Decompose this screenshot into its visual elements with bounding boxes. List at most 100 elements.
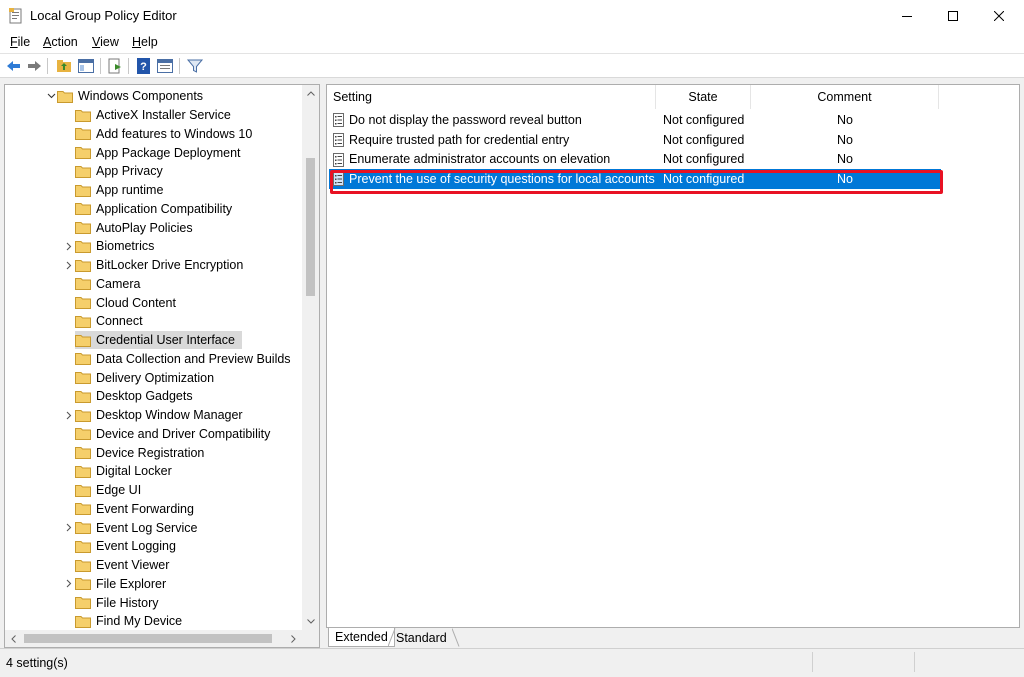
expand-chevron-icon[interactable] bbox=[63, 575, 75, 593]
forward-arrow-icon[interactable] bbox=[25, 57, 43, 75]
tree-item[interactable]: File History bbox=[63, 593, 166, 612]
expand-chevron-icon[interactable] bbox=[63, 519, 75, 537]
policy-setting-icon bbox=[333, 113, 344, 127]
close-button[interactable] bbox=[976, 0, 1022, 32]
scroll-down-arrow-icon[interactable] bbox=[302, 613, 319, 630]
tree-item-content: Biometrics bbox=[75, 237, 161, 255]
scroll-right-arrow-icon[interactable] bbox=[285, 630, 302, 647]
back-arrow-icon[interactable] bbox=[5, 57, 23, 75]
status-separator bbox=[812, 652, 813, 672]
scroll-up-arrow-icon[interactable] bbox=[302, 85, 319, 102]
minimize-button[interactable] bbox=[884, 0, 930, 32]
console-tree-pane: Windows Components ActiveX Installer Ser… bbox=[4, 84, 320, 648]
menu-view[interactable]: View bbox=[92, 35, 119, 49]
tree-item-content: Desktop Gadgets bbox=[75, 387, 200, 405]
tree-item[interactable]: Digital Locker bbox=[63, 462, 179, 481]
menu-help[interactable]: Help bbox=[132, 35, 158, 49]
collapse-chevron-icon[interactable] bbox=[45, 87, 57, 105]
menu-action[interactable]: Action bbox=[43, 35, 78, 49]
tree-item[interactable]: Add features to Windows 10 bbox=[63, 125, 259, 144]
tree-item[interactable]: Data Collection and Preview Builds bbox=[63, 350, 298, 369]
tree-item[interactable]: Event Log Service bbox=[63, 518, 204, 537]
setting-state: Not configured bbox=[663, 132, 745, 147]
tab-divider bbox=[452, 628, 460, 647]
tree-item-content: Credential User Interface bbox=[75, 331, 242, 350]
maximize-button[interactable] bbox=[930, 0, 976, 32]
tree-item[interactable]: Event Viewer bbox=[63, 556, 176, 575]
export-list-icon[interactable] bbox=[106, 57, 124, 75]
tree-item-label: Credential User Interface bbox=[96, 333, 235, 348]
expand-chevron-icon[interactable] bbox=[63, 406, 75, 424]
tree-item[interactable]: ActiveX Installer Service bbox=[63, 106, 238, 125]
tree-item[interactable]: Credential User Interface bbox=[63, 331, 242, 350]
folder-icon bbox=[75, 559, 91, 572]
status-separator bbox=[914, 652, 915, 672]
tree-item-label: Data Collection and Preview Builds bbox=[96, 351, 291, 366]
menu-file[interactable]: File bbox=[10, 35, 30, 49]
tree-item[interactable]: Event Forwarding bbox=[63, 500, 201, 519]
tree-item-content: Edge UI bbox=[75, 481, 148, 499]
tree-item[interactable]: AutoPlay Policies bbox=[63, 218, 200, 237]
tree-item-label: Event Log Service bbox=[96, 520, 198, 535]
tree-item[interactable]: App Privacy bbox=[63, 162, 170, 181]
expander-spacer bbox=[63, 331, 75, 349]
tree-item-label: Biometrics bbox=[96, 239, 155, 254]
tree-item[interactable]: Event Logging bbox=[63, 537, 183, 556]
setting-row[interactable]: Enumerate administrator accounts on elev… bbox=[329, 150, 941, 170]
tree-item[interactable]: Desktop Window Manager bbox=[63, 406, 250, 425]
help-icon[interactable]: ? bbox=[135, 57, 153, 75]
tree-item[interactable]: Delivery Optimization bbox=[63, 368, 221, 387]
tree-item-label: Connect bbox=[96, 314, 143, 329]
tree-item[interactable]: Biometrics bbox=[63, 237, 161, 256]
folder-icon bbox=[75, 184, 91, 197]
tree-item[interactable]: Device Registration bbox=[63, 443, 211, 462]
expand-chevron-icon[interactable] bbox=[63, 256, 75, 274]
tree-item[interactable]: Desktop Gadgets bbox=[63, 387, 200, 406]
filter-icon[interactable] bbox=[186, 57, 204, 75]
tree-item-label: BitLocker Drive Encryption bbox=[96, 258, 244, 273]
setting-row[interactable]: Require trusted path for credential entr… bbox=[329, 130, 941, 150]
tree-item[interactable]: App runtime bbox=[63, 181, 170, 200]
folder-icon bbox=[75, 203, 91, 216]
minimize-icon bbox=[902, 16, 912, 17]
tree-item[interactable]: Find My Device bbox=[63, 612, 189, 630]
folder-icon bbox=[75, 222, 91, 235]
column-header-state[interactable]: State bbox=[656, 85, 751, 109]
scroll-left-arrow-icon[interactable] bbox=[5, 630, 22, 647]
tree-item-windows-components[interactable]: Windows Components bbox=[45, 87, 210, 106]
toolbar-separator bbox=[128, 58, 129, 74]
tree-item[interactable]: App Package Deployment bbox=[63, 143, 248, 162]
tab-extended[interactable]: Extended bbox=[328, 628, 395, 647]
tree-item[interactable]: Connect bbox=[63, 312, 150, 331]
tree-item[interactable]: Device and Driver Compatibility bbox=[63, 425, 277, 444]
expander-spacer bbox=[63, 162, 75, 180]
policy-setting-icon bbox=[333, 132, 344, 147]
tree-item-content: File Explorer bbox=[75, 575, 173, 593]
tree-horizontal-scrollbar[interactable] bbox=[5, 630, 302, 647]
setting-row[interactable]: Do not display the password reveal butto… bbox=[329, 110, 941, 130]
tree-item[interactable]: Camera bbox=[63, 275, 147, 294]
tree-item-label: Event Logging bbox=[96, 539, 176, 554]
column-header-comment[interactable]: Comment bbox=[751, 85, 939, 109]
tree-item[interactable]: File Explorer bbox=[63, 575, 173, 594]
group-policy-app-icon bbox=[9, 8, 22, 24]
properties-icon[interactable] bbox=[156, 57, 174, 75]
tree-vertical-scrollbar[interactable] bbox=[302, 85, 319, 630]
up-folder-icon[interactable] bbox=[55, 57, 73, 75]
tab-standard[interactable]: Standard bbox=[390, 628, 453, 647]
tree-item[interactable]: Edge UI bbox=[63, 481, 148, 500]
expand-chevron-icon[interactable] bbox=[63, 237, 75, 255]
expander-spacer bbox=[63, 144, 75, 162]
setting-comment: No bbox=[837, 112, 853, 127]
tree-item[interactable]: BitLocker Drive Encryption bbox=[63, 256, 250, 275]
show-hide-tree-icon[interactable] bbox=[77, 57, 95, 75]
folder-icon bbox=[75, 372, 91, 385]
scroll-thumb[interactable] bbox=[306, 158, 315, 296]
tree-item[interactable]: Application Compatibility bbox=[63, 200, 239, 219]
folder-icon bbox=[75, 334, 91, 347]
folder-icon bbox=[75, 147, 91, 160]
expander-spacer bbox=[63, 387, 75, 405]
tree-item[interactable]: Cloud Content bbox=[63, 293, 183, 312]
scroll-thumb[interactable] bbox=[24, 634, 272, 643]
column-header-setting[interactable]: Setting bbox=[327, 85, 656, 109]
